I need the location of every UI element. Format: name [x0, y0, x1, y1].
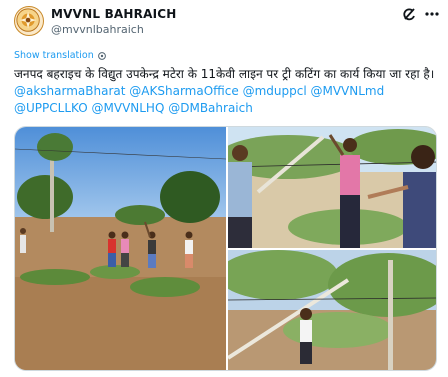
tweet-header: MVVNL BAHRAICH @mvvnlbahraich: [0, 0, 448, 44]
tweet-body-hindi: जनपद बहराइच के विद्युत उपकेन्द्र मटेरा क…: [14, 67, 435, 81]
photo-workers-clearing-branches[interactable]: [15, 127, 226, 370]
photo-fallen-branch-on-line[interactable]: [228, 250, 436, 370]
more-icon[interactable]: [423, 6, 441, 22]
photo-man-cutting-branch[interactable]: [228, 127, 436, 248]
mention-link[interactable]: @MVVNLHQ: [92, 101, 165, 115]
mention-link[interactable]: @MVVNLmd: [310, 84, 384, 98]
show-translation-label[interactable]: Show translation: [14, 50, 94, 61]
show-translation-link[interactable]: Show translation: [14, 50, 107, 61]
mention-link[interactable]: @aksharmaBharat: [14, 84, 125, 98]
account-handle[interactable]: @mvvnlbahraich: [51, 23, 144, 36]
tweet-text: जनपद बहराइच के विद्युत उपकेन्द्र मटेरा क…: [14, 66, 436, 117]
mention-link[interactable]: @AKSharmaOffice: [129, 84, 238, 98]
mention-link[interactable]: @DMBahraich: [168, 101, 253, 115]
media-grid: [14, 126, 437, 371]
grok-icon[interactable]: [402, 6, 418, 22]
translate-icon: [97, 51, 106, 60]
mention-link[interactable]: @mduppcl: [243, 84, 307, 98]
logo-avatar-icon: [16, 8, 40, 32]
display-name[interactable]: MVVNL BAHRAICH: [51, 7, 177, 21]
avatar[interactable]: [14, 6, 44, 36]
mention-link[interactable]: @UPPCLLKO: [14, 101, 88, 115]
